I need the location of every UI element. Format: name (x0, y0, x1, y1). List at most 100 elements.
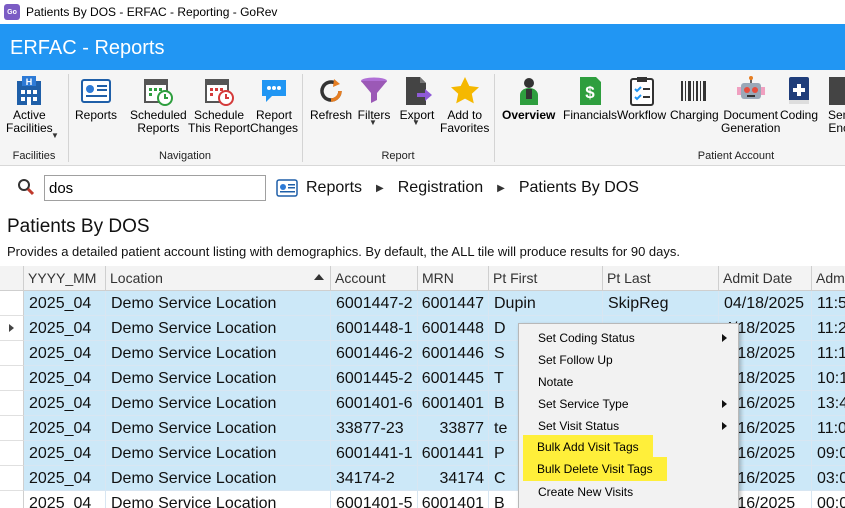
cell-mrn[interactable]: 6001446 (418, 341, 489, 366)
row-header[interactable] (0, 491, 24, 508)
cell-mrn[interactable]: 6001441 (418, 441, 489, 466)
column-header-account[interactable]: Account (331, 266, 418, 291)
cell-admit-time[interactable]: 13:4 (812, 391, 845, 416)
cell-pt-first[interactable]: Dupin (489, 291, 603, 316)
report-changes-button[interactable]: Report Changes (250, 74, 298, 135)
export-button[interactable]: Export (399, 74, 435, 122)
row-header[interactable] (0, 291, 24, 316)
cell-location[interactable]: Demo Service Location (106, 316, 331, 341)
cell-admit-time[interactable]: 11:0 (812, 416, 845, 441)
column-header-location[interactable]: Location (106, 266, 331, 291)
breadcrumb-patients-by-dos[interactable]: Patients By DOS (519, 179, 639, 197)
cell-mrn[interactable]: 6001401 (418, 391, 489, 416)
menu-item-bulk-add-visit-tags[interactable]: Bulk Add Visit Tags (519, 435, 738, 459)
reports-button[interactable]: Reports (75, 74, 117, 122)
cell-location[interactable]: Demo Service Location (106, 341, 331, 366)
cell-admit-time[interactable]: 10:1 (812, 366, 845, 391)
cell-account[interactable]: 33877-23 (331, 416, 418, 441)
cell-account[interactable]: 34174-2 (331, 466, 418, 491)
row-header[interactable] (0, 466, 24, 491)
add-to-favorites-button[interactable]: Add to Favorites (440, 74, 489, 135)
document-generation-button[interactable]: Document Generation (721, 74, 780, 135)
cell-yyyy-mm[interactable]: 2025_04 (24, 391, 106, 416)
filters-button[interactable]: Filters (356, 74, 392, 122)
cell-yyyy-mm[interactable]: 2025_04 (24, 366, 106, 391)
cell-yyyy-mm[interactable]: 2025_04 (24, 441, 106, 466)
coding-button[interactable]: Coding (780, 74, 818, 122)
cell-mrn[interactable]: 6001401 (418, 491, 489, 508)
workflow-button[interactable]: Workflow (617, 74, 666, 122)
breadcrumb-reports[interactable]: Reports (306, 179, 362, 197)
cell-admit-time[interactable]: 11:5 (812, 291, 845, 316)
cell-location[interactable]: Demo Service Location (106, 466, 331, 491)
row-header[interactable] (0, 441, 24, 466)
refresh-label: Refresh (310, 108, 353, 122)
menu-item-set-visit-status[interactable]: Set Visit Status (519, 415, 738, 437)
row-header[interactable] (0, 341, 24, 366)
window-title: Patients By DOS - ERFAC - Reporting - Go… (26, 5, 278, 19)
column-header-yyyy-mm[interactable]: YYYY_MM (24, 266, 106, 291)
cell-location[interactable]: Demo Service Location (106, 441, 331, 466)
active-facilities-button[interactable]: H Active Facilities (6, 74, 53, 135)
cell-account[interactable]: 6001441-1 (331, 441, 418, 466)
cell-mrn[interactable]: 6001448 (418, 316, 489, 341)
cell-yyyy-mm[interactable]: 2025_04 (24, 341, 106, 366)
search-input[interactable] (44, 175, 266, 201)
cell-location[interactable]: Demo Service Location (106, 366, 331, 391)
cell-yyyy-mm[interactable]: 2025_04 (24, 291, 106, 316)
cell-location[interactable]: Demo Service Location (106, 416, 331, 441)
reports-label: Reports (75, 108, 118, 122)
cell-account[interactable]: 6001401-6 (331, 391, 418, 416)
cell-mrn[interactable]: 34174 (418, 466, 489, 491)
column-header-pt-first[interactable]: Pt First (489, 266, 603, 291)
table-row[interactable]: 2025_04 Demo Service Location 6001447-2 600… (0, 291, 845, 316)
menu-item-create-new-visits[interactable]: Create New Visits (519, 481, 738, 503)
cell-location[interactable]: Demo Service Location (106, 491, 331, 508)
cell-admit-time[interactable]: 11:2 (812, 316, 845, 341)
schedule-this-report-label2: This Report (188, 121, 251, 135)
menu-item-notate[interactable]: Notate (519, 371, 738, 393)
row-header[interactable] (0, 316, 24, 341)
cell-location[interactable]: Demo Service Location (106, 291, 331, 316)
scheduled-reports-button[interactable]: Scheduled Reports (130, 74, 187, 135)
column-header-admit-date[interactable]: Admit Date (719, 266, 812, 291)
menu-item-set-service-type[interactable]: Set Service Type (519, 393, 738, 415)
cell-admit-time[interactable]: 00:0 (812, 491, 845, 508)
column-header-mrn[interactable]: MRN (418, 266, 489, 291)
cell-admit-date[interactable]: 04/18/2025 (719, 291, 812, 316)
row-header[interactable] (0, 366, 24, 391)
menu-item-bulk-delete-visit-tags[interactable]: Bulk Delete Visit Tags (519, 457, 738, 481)
row-header[interactable] (0, 391, 24, 416)
row-header[interactable] (0, 416, 24, 441)
cell-account[interactable]: 6001448-1 (331, 316, 418, 341)
column-header-pt-last[interactable]: Pt Last (603, 266, 719, 291)
schedule-this-report-button[interactable]: Schedule This Report (188, 74, 250, 135)
cell-mrn[interactable]: 6001447 (418, 291, 489, 316)
charging-button[interactable]: Charging (670, 74, 719, 122)
column-header-admit-time[interactable]: Adm (812, 266, 845, 291)
cell-admit-time[interactable]: 09:0 (812, 441, 845, 466)
overview-button[interactable]: Overview (502, 74, 555, 122)
cell-account[interactable]: 6001445-2 (331, 366, 418, 391)
cell-mrn[interactable]: 6001445 (418, 366, 489, 391)
cell-admit-time[interactable]: 11:1 (812, 341, 845, 366)
menu-item-set-follow-up[interactable]: Set Follow Up (519, 349, 738, 371)
menu-item-set-coding-status[interactable]: Set Coding Status (519, 327, 738, 349)
cell-account[interactable]: 6001401-5 (331, 491, 418, 508)
cell-yyyy-mm[interactable]: 2025_04 (24, 491, 106, 508)
cell-yyyy-mm[interactable]: 2025_04 (24, 466, 106, 491)
search-icon[interactable] (16, 177, 36, 197)
cell-account[interactable]: 6001447-2 (331, 291, 418, 316)
cell-admit-time[interactable]: 03:0 (812, 466, 845, 491)
cell-yyyy-mm[interactable]: 2025_04 (24, 416, 106, 441)
cell-yyyy-mm[interactable]: 2025_04 (24, 316, 106, 341)
financials-button[interactable]: $ Financials (563, 74, 617, 122)
send-encounters-button[interactable]: Send Enco (824, 74, 845, 135)
breadcrumb-registration[interactable]: Registration (398, 179, 483, 197)
cell-mrn[interactable]: 33877 (418, 416, 489, 441)
cell-location[interactable]: Demo Service Location (106, 391, 331, 416)
cell-pt-last[interactable]: SkipReg (603, 291, 719, 316)
ribbon-divider (494, 74, 495, 162)
cell-account[interactable]: 6001446-2 (331, 341, 418, 366)
refresh-button[interactable]: Refresh (310, 74, 352, 122)
